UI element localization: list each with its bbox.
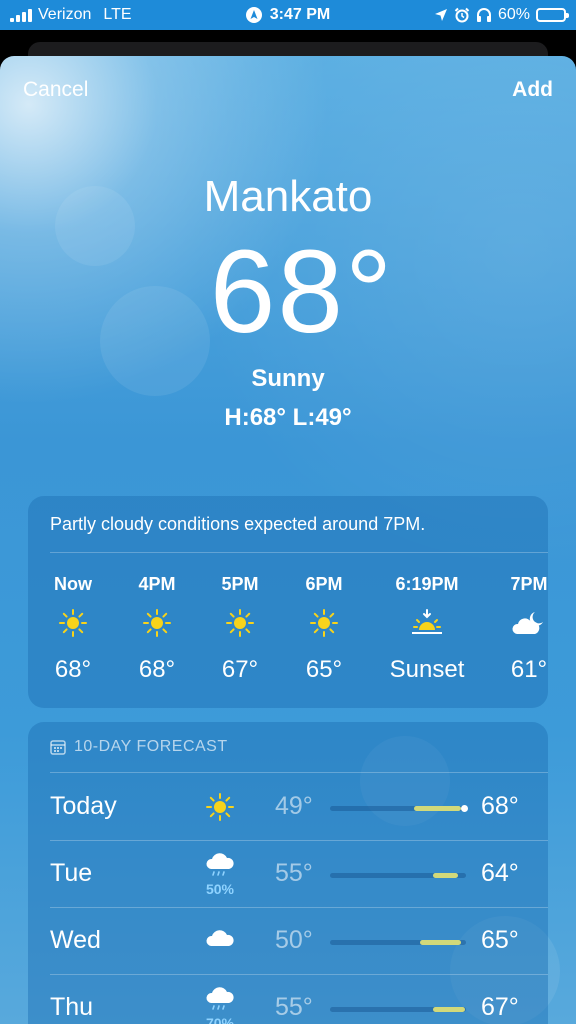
range-fill xyxy=(433,1007,465,1012)
temperature-range-bar xyxy=(330,805,468,812)
day-low: 50° xyxy=(275,926,313,954)
calendar-icon xyxy=(50,740,66,755)
status-time: 3:47 PM xyxy=(269,6,331,23)
location-arrow-icon xyxy=(434,9,447,21)
day-high: 68° xyxy=(481,792,519,820)
day-low: 55° xyxy=(275,993,313,1021)
day-row[interactable]: Today 49° 68° xyxy=(28,774,548,840)
day-row[interactable]: Wed 50° 65° xyxy=(28,908,548,974)
day-low: 49° xyxy=(275,792,313,820)
day-row[interactable]: Thu 70% 55° 67° xyxy=(28,975,548,1024)
temperature-range-bar xyxy=(330,940,466,945)
hourly-temp: 68° xyxy=(138,656,176,683)
carrier-label: Verizon xyxy=(38,6,92,23)
network-label: LTE xyxy=(103,6,132,23)
status-center: 3:47 PM xyxy=(195,6,380,24)
location-services-icon xyxy=(245,7,262,23)
add-location-sheet: Cancel Add Mankato 68° Sunny H:68° L:49°… xyxy=(0,56,576,1024)
day-low: 55° xyxy=(275,859,313,887)
sun-icon xyxy=(279,608,369,648)
divider xyxy=(50,552,548,553)
current-temp-marker xyxy=(460,805,468,812)
temperature-range-bar xyxy=(330,1007,466,1012)
alarm-icon xyxy=(454,7,470,23)
ten-day-title: 10-DAY FORECAST xyxy=(74,738,228,755)
ten-day-header: 10-DAY FORECAST xyxy=(50,738,228,756)
sunset-icon xyxy=(372,608,482,648)
day-name: Wed xyxy=(50,926,101,954)
sun-icon xyxy=(198,784,242,827)
hourly-summary: Partly cloudy conditions expected around… xyxy=(50,514,426,534)
hourly-item: 6:19PM Sunset xyxy=(372,574,482,684)
divider xyxy=(50,772,548,773)
cellular-signal-icon xyxy=(10,8,32,22)
city-name: Mankato xyxy=(203,172,373,221)
day-high: 64° xyxy=(481,859,519,887)
precipitation-chance: 70% xyxy=(205,1015,235,1024)
hourly-temp: 65° xyxy=(305,656,343,683)
precipitation-chance: 50% xyxy=(205,881,235,897)
sun-icon xyxy=(28,608,118,648)
high-low-temperature: H:68° L:49° xyxy=(224,404,352,431)
range-fill xyxy=(414,806,461,811)
hourly-time: 4PM xyxy=(138,574,176,594)
hourly-time: 6PM xyxy=(305,574,343,594)
sun-icon xyxy=(112,608,202,648)
hourly-temp: 68° xyxy=(54,656,92,683)
hourly-item: 5PM 67° xyxy=(195,574,285,684)
hourly-item: 4PM 68° xyxy=(112,574,202,684)
day-name: Thu xyxy=(50,993,94,1021)
add-button[interactable]: Add xyxy=(512,78,553,102)
status-right: 60% xyxy=(381,6,569,24)
partly-cloudy-night-icon xyxy=(484,608,548,648)
hourly-temp: Sunset xyxy=(389,656,465,683)
hourly-item: 6PM 65° xyxy=(279,574,369,684)
current-condition: Sunny xyxy=(251,365,325,392)
sun-icon xyxy=(195,608,285,648)
current-temperature: 68° xyxy=(209,226,395,358)
temperature-range-bar xyxy=(330,873,466,878)
hourly-item: 7PM 61° xyxy=(484,574,548,684)
hourly-temp: 67° xyxy=(221,656,259,683)
ten-day-forecast-card[interactable]: 10-DAY FORECAST Today 49° 68° Tue 50% 55… xyxy=(28,722,548,1024)
hourly-item: Now 68° xyxy=(28,574,118,684)
hourly-time: Now xyxy=(54,574,92,594)
cancel-button[interactable]: Cancel xyxy=(23,78,88,102)
hourly-time: 6:19PM xyxy=(395,574,459,594)
day-name: Tue xyxy=(50,859,93,887)
status-left: Verizon LTE xyxy=(10,6,195,24)
hourly-time: 5PM xyxy=(221,574,259,594)
range-fill xyxy=(419,940,461,945)
day-high: 65° xyxy=(481,926,519,954)
hourly-forecast-card[interactable]: Partly cloudy conditions expected around… xyxy=(28,496,548,708)
hourly-temp: 61° xyxy=(510,656,548,683)
battery-icon xyxy=(535,8,569,22)
headphones-icon xyxy=(476,8,491,22)
cloud-icon xyxy=(198,918,242,959)
day-row[interactable]: Tue 50% 55° 64° xyxy=(28,841,548,907)
day-name: Today xyxy=(50,792,117,820)
status-bar: Verizon LTE 3:47 PM 60% xyxy=(0,0,576,30)
range-fill xyxy=(433,873,458,878)
hourly-time: 7PM xyxy=(510,574,548,594)
battery-percent: 60% xyxy=(497,6,530,23)
day-high: 67° xyxy=(481,993,519,1021)
